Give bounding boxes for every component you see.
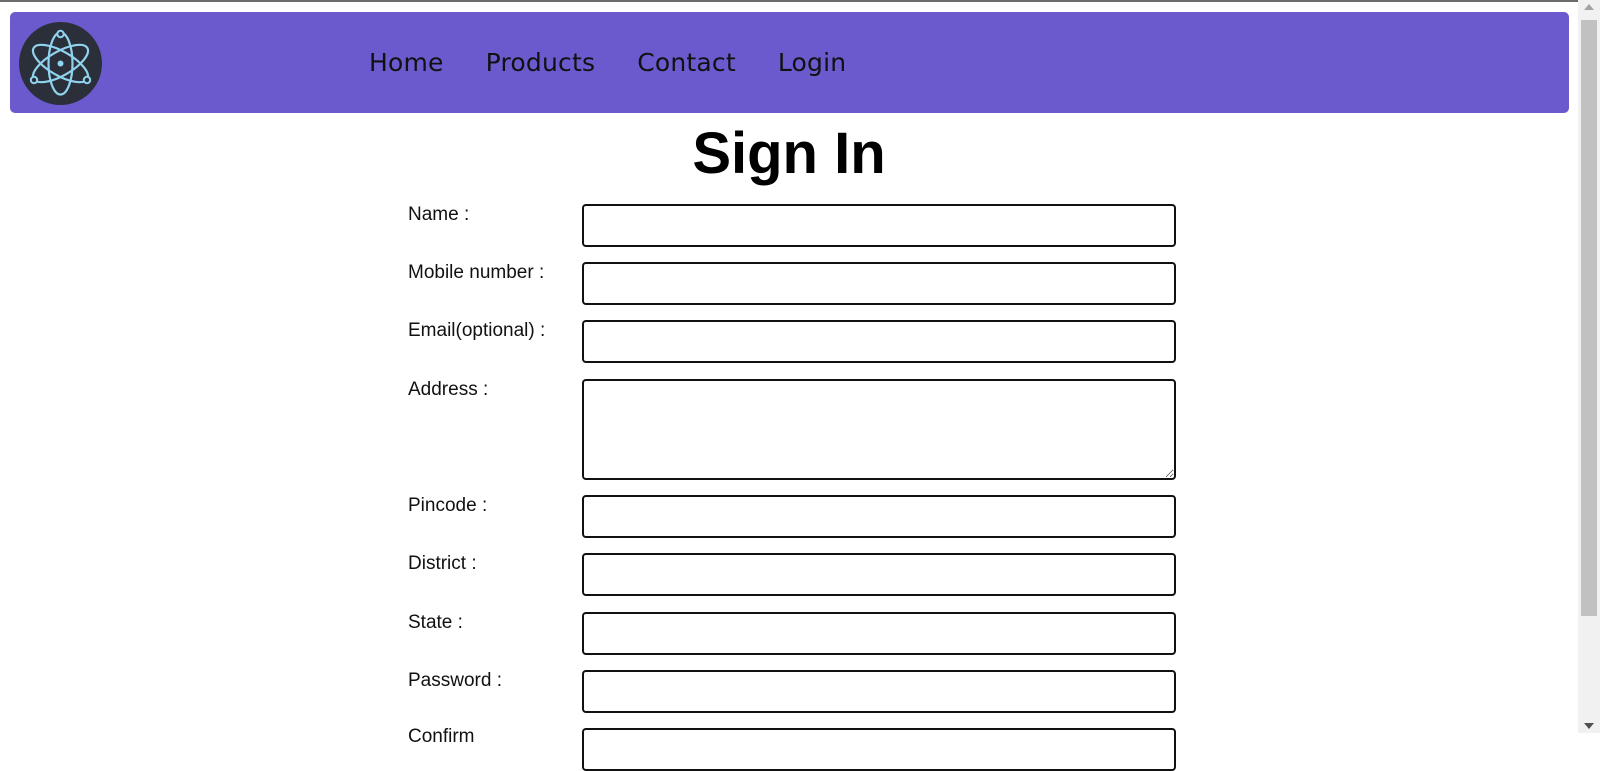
vertical-scrollbar[interactable] bbox=[1578, 0, 1600, 733]
address-textarea[interactable] bbox=[582, 379, 1176, 480]
nav-link-contact[interactable]: Contact bbox=[637, 48, 736, 77]
password-label: Password : bbox=[408, 670, 502, 691]
confirm-password-label: Confirm bbox=[408, 726, 475, 747]
mobile-label: Mobile number : bbox=[408, 262, 545, 283]
nav-link-products[interactable]: Products bbox=[486, 48, 596, 77]
navbar: Home Products Contact Login bbox=[10, 12, 1569, 113]
nav-link-home[interactable]: Home bbox=[369, 48, 444, 77]
name-label: Name : bbox=[408, 204, 470, 225]
scroll-up-arrow-icon[interactable] bbox=[1584, 4, 1594, 10]
email-input[interactable] bbox=[582, 320, 1176, 363]
state-label: State : bbox=[408, 612, 463, 633]
page-title: Sign In bbox=[692, 121, 886, 186]
name-input[interactable] bbox=[582, 204, 1176, 247]
password-input[interactable] bbox=[582, 670, 1176, 713]
scrollbar-thumb[interactable] bbox=[1581, 20, 1597, 616]
nav-links: Home Products Contact Login bbox=[369, 12, 888, 113]
atom-icon[interactable] bbox=[19, 22, 102, 105]
state-input[interactable] bbox=[582, 612, 1176, 655]
address-label: Address : bbox=[408, 379, 489, 400]
email-label: Email(optional) : bbox=[408, 320, 546, 341]
mobile-input[interactable] bbox=[582, 262, 1176, 305]
district-label: District : bbox=[408, 553, 477, 574]
window-top-border bbox=[0, 0, 1600, 2]
district-input[interactable] bbox=[582, 553, 1176, 596]
nav-link-login[interactable]: Login bbox=[778, 48, 846, 77]
pincode-label: Pincode : bbox=[408, 495, 488, 516]
scroll-down-arrow-icon[interactable] bbox=[1584, 723, 1594, 729]
pincode-input[interactable] bbox=[582, 495, 1176, 538]
confirm-password-input[interactable] bbox=[582, 728, 1176, 771]
